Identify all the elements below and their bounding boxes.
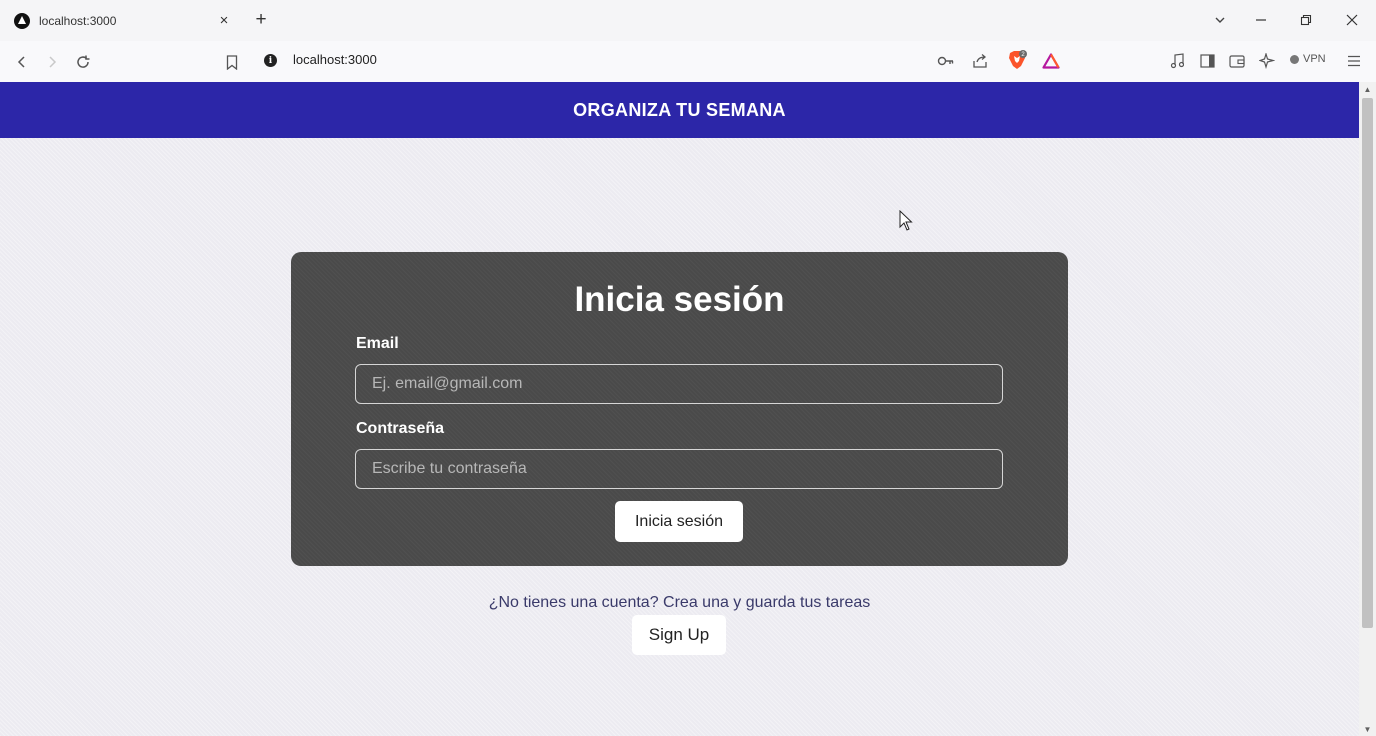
page-viewport: ORGANIZA TU SEMANA Inicia sesión Email C… [0,82,1359,736]
brave-shields-icon[interactable]: 2 [1006,49,1028,71]
site-info-icon[interactable]: i [264,54,277,67]
vpn-label: VPN [1303,53,1326,65]
login-title: Inicia sesión [574,280,785,319]
email-label: Email [356,335,399,352]
address-bar-url[interactable]: localhost:3000 [293,52,377,67]
sidebar-toggle-icon[interactable] [1196,50,1218,72]
tab-title: localhost:3000 [39,13,117,28]
reload-button[interactable] [71,50,95,74]
scrollbar-thumb[interactable] [1362,98,1373,628]
signup-button[interactable]: Sign Up [632,615,726,655]
restore-icon[interactable] [1294,8,1318,32]
site-favicon-icon [14,12,30,29]
email-field[interactable] [355,364,1003,404]
minimize-icon[interactable] [1249,8,1273,32]
close-window-icon[interactable] [1340,8,1364,32]
menu-hamburger-icon[interactable] [1343,50,1365,72]
signup-prompt: ¿No tienes una cuenta? Crea una y guarda… [488,594,871,611]
scroll-down-arrow-icon[interactable]: ▼ [1359,722,1376,736]
vpn-status-icon [1290,54,1299,64]
login-button[interactable]: Inicia sesión [615,501,743,542]
back-button[interactable] [10,50,34,74]
share-icon[interactable] [969,50,991,72]
scroll-up-arrow-icon[interactable]: ▲ [1359,82,1376,96]
brave-rewards-icon[interactable] [1040,50,1062,72]
password-key-icon[interactable] [935,50,957,72]
password-field[interactable] [355,449,1003,489]
browser-tab[interactable]: localhost:3000 × [0,0,244,41]
vertical-scrollbar[interactable]: ▲ ▼ [1359,82,1376,736]
app-title: ORGANIZA TU SEMANA [573,99,786,120]
vpn-button[interactable]: VPN [1290,53,1326,65]
tab-search-chevron-down-icon[interactable] [1208,8,1232,32]
password-label: Contraseña [356,420,445,437]
bookmark-icon[interactable] [220,50,244,74]
leo-ai-sparkle-icon[interactable] [1256,50,1278,72]
tab-strip: localhost:3000 × + [0,0,1376,41]
app-header: ORGANIZA TU SEMANA [0,82,1359,138]
media-music-icon[interactable] [1166,50,1188,72]
new-tab-button[interactable]: + [251,9,271,30]
wallet-icon[interactable] [1226,50,1248,72]
forward-button[interactable] [40,50,64,74]
tab-close-icon[interactable]: × [214,11,234,31]
login-card: Inicia sesión Email Contraseña Inicia se… [291,252,1068,566]
